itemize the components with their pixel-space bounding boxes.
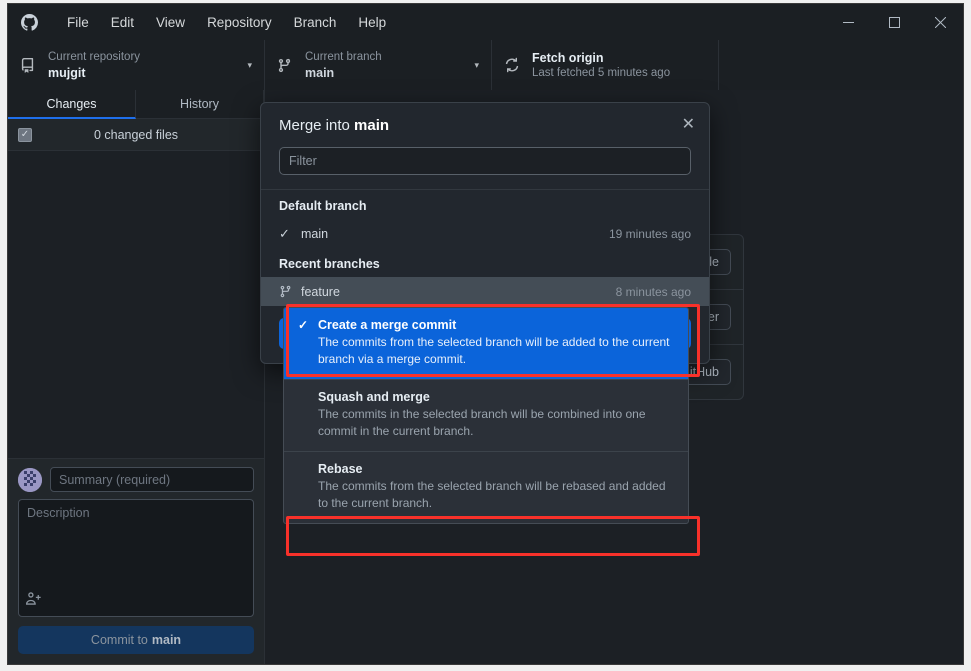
merge-option-description: The commits from the selected branch wil… <box>318 334 674 368</box>
branch-icon <box>279 285 301 298</box>
merge-type-menu: ✓ Create a merge commit The commits from… <box>283 307 689 524</box>
merge-branch-dialog: Merge into main ✕ Default branch ✓ main … <box>260 102 710 364</box>
merge-option-squash-and-merge[interactable]: Squash and merge The commits in the sele… <box>284 380 688 452</box>
close-icon[interactable]: ✕ <box>682 117 695 133</box>
dialog-title: Merge into main <box>279 117 691 134</box>
merge-option-description: The commits in the selected branch will … <box>318 406 674 440</box>
branch-name: feature <box>301 285 616 299</box>
branch-name: main <box>301 227 609 241</box>
check-icon: ✓ <box>279 226 301 242</box>
branch-filter-input[interactable] <box>279 147 691 175</box>
merge-option-create-merge-commit[interactable]: ✓ Create a merge commit The commits from… <box>284 308 688 380</box>
merge-option-title: Squash and merge <box>318 390 430 404</box>
github-desktop-window: File Edit View Repository Branch Help <box>8 4 963 664</box>
group-heading-recent-branches: Recent branches <box>261 248 709 277</box>
branch-time: 19 minutes ago <box>609 227 691 241</box>
merge-option-title-row: Rebase <box>318 462 674 476</box>
merge-option-title-row: Squash and merge <box>318 390 674 404</box>
merge-option-title-row: ✓ Create a merge commit <box>298 318 674 332</box>
branch-time: 8 minutes ago <box>616 285 691 299</box>
merge-option-rebase[interactable]: Rebase The commits from the selected bra… <box>284 452 688 523</box>
branch-row-main[interactable]: ✓ main 19 minutes ago <box>261 219 709 248</box>
merge-option-title: Create a merge commit <box>318 318 456 332</box>
merge-option-title: Rebase <box>318 462 362 476</box>
branch-list: Default branch ✓ main 19 minutes ago Rec… <box>261 189 709 306</box>
dialog-header: Merge into main ✕ <box>261 103 709 134</box>
dialog-overlay: Merge into main ✕ Default branch ✓ main … <box>8 4 963 664</box>
branch-row-feature[interactable]: feature 8 minutes ago <box>261 277 709 306</box>
dialog-title-branch: main <box>354 117 389 134</box>
filter-wrapper <box>261 134 709 189</box>
dialog-title-prefix: Merge into <box>279 117 354 134</box>
group-heading-default-branch: Default branch <box>261 190 709 219</box>
merge-option-description: The commits from the selected branch wil… <box>318 478 674 512</box>
check-icon: ✓ <box>298 318 310 332</box>
